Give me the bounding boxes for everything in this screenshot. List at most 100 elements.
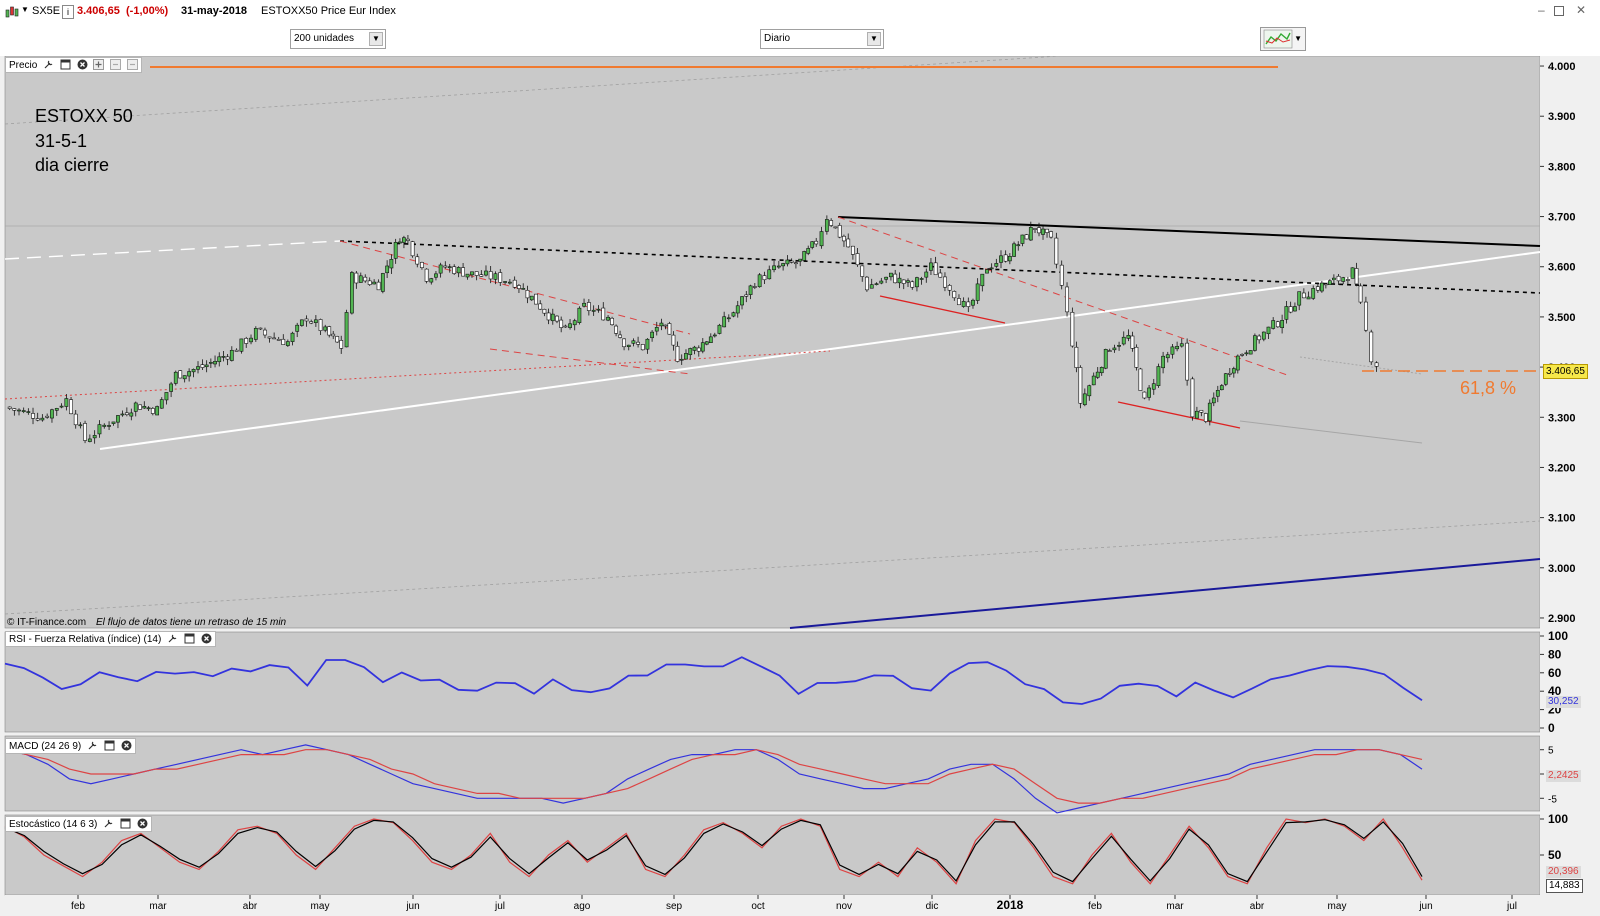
dropdown-arrow-icon[interactable]: ▼: [21, 5, 29, 14]
candle-body: [1156, 366, 1161, 386]
candle-body: [1207, 402, 1212, 422]
candle-body: [1288, 306, 1293, 313]
macd-panel-label[interactable]: MACD (24 26 9): [5, 738, 136, 754]
candle-body: [434, 273, 438, 278]
candle-body: [398, 241, 402, 244]
date-axis-label: mar: [1166, 901, 1184, 912]
window-icon[interactable]: [184, 633, 195, 644]
candle-body: [263, 329, 267, 336]
interval-select[interactable]: Diario ▼: [760, 29, 884, 49]
close-circle-icon[interactable]: [137, 818, 148, 829]
candle-body: [1130, 335, 1135, 349]
candle-body: [550, 313, 555, 322]
candle-body: [424, 268, 429, 282]
wrench-icon[interactable]: [167, 633, 178, 644]
rsi-panel-label[interactable]: RSI - Fuerza Relativa (índice) (14): [5, 631, 216, 647]
minimize-icon[interactable]: –: [1538, 3, 1545, 17]
candle-body: [893, 273, 898, 284]
indicator-axis-label: 80: [1548, 647, 1562, 661]
candle-body: [534, 293, 538, 305]
wrench-icon[interactable]: [87, 740, 98, 751]
chart-type-icon[interactable]: [5, 5, 19, 19]
candle-body: [781, 263, 786, 267]
window-icon[interactable]: [120, 818, 131, 829]
window-icon[interactable]: [60, 59, 71, 70]
candle-body: [1091, 375, 1096, 386]
candle-body: [748, 285, 753, 295]
indicator-axis-label: 50: [1548, 848, 1562, 862]
candle-body: [596, 308, 601, 311]
candle-body: [285, 341, 290, 346]
candle-body: [221, 356, 226, 358]
restore-icon[interactable]: [1554, 6, 1564, 16]
close-circle-icon[interactable]: [201, 633, 212, 644]
candle-body: [385, 265, 390, 274]
candle-body: [367, 280, 372, 285]
candle-body: [461, 267, 465, 277]
wrench-icon[interactable]: [103, 818, 114, 829]
title-bar: ▼ SX5E i 3.406,65 (-1,00%) 31-may-2018 E…: [0, 0, 1600, 25]
candle-body: [517, 285, 521, 289]
last-price-tag: 3.406,65: [1543, 364, 1588, 379]
plus-icon[interactable]: [93, 59, 105, 70]
candle-body: [78, 424, 83, 427]
candle-body: [752, 286, 757, 288]
candle-body: [182, 375, 187, 380]
candle-body: [304, 318, 309, 322]
date-axis-label: ago: [574, 901, 591, 912]
candle-body: [196, 366, 200, 370]
units-select[interactable]: 200 unidades ▼: [290, 29, 386, 49]
candle-body: [772, 265, 776, 271]
stoch-d-value-tag: 14,883: [1546, 879, 1583, 893]
close-circle-icon[interactable]: [77, 59, 88, 70]
indicators-button[interactable]: ▼: [1260, 27, 1306, 51]
rsi-panel-title: RSI - Fuerza Relativa (índice) (14): [9, 634, 162, 645]
candle-body: [819, 231, 824, 247]
stoch-k-value-tag: 20,396: [1546, 866, 1581, 878]
date-axis-label: may: [311, 901, 330, 912]
close-circle-icon[interactable]: [121, 740, 132, 751]
close-icon[interactable]: ✕: [1576, 3, 1586, 17]
date-axis-label: jul: [494, 901, 505, 912]
wrench-icon[interactable]: [43, 59, 54, 70]
candle-body: [696, 347, 701, 352]
candle-body: [874, 283, 879, 286]
candle-body: [947, 285, 952, 291]
info-icon[interactable]: i: [62, 5, 74, 19]
candle-body: [794, 262, 798, 265]
candle-body: [675, 345, 680, 362]
window-icon[interactable]: [104, 740, 115, 751]
candle-body: [1059, 264, 1064, 286]
candle-body: [415, 256, 420, 265]
candle-body: [169, 383, 174, 392]
last-price: 3.406,65: [77, 5, 120, 17]
candle-body: [1170, 346, 1175, 355]
candle-body: [92, 435, 97, 439]
candle-body: [335, 336, 340, 343]
expand-icon[interactable]: [110, 59, 122, 70]
price-panel-label[interactable]: Precio: [5, 57, 143, 73]
candle-body: [1016, 244, 1021, 247]
candle-body: [1323, 283, 1328, 286]
stoch-panel-label[interactable]: Estocástico (14 6 3): [5, 816, 152, 832]
candle-body: [814, 240, 819, 245]
candle-body: [789, 260, 794, 263]
candle-body: [1203, 413, 1208, 422]
indicator-axis-label: -5: [1548, 794, 1557, 805]
candle-body: [700, 342, 705, 352]
candle-body: [906, 280, 910, 283]
candle-body: [1369, 331, 1374, 363]
collapse-icon[interactable]: [127, 59, 139, 70]
candle-body: [1195, 410, 1199, 419]
candle-body: [493, 273, 498, 280]
candle-body: [1311, 288, 1316, 299]
candle-body: [966, 301, 971, 307]
candle-body: [31, 413, 35, 419]
candle-body: [150, 408, 155, 414]
candle-body: [722, 316, 727, 328]
chevron-down-icon: ▼: [369, 32, 383, 46]
candle-body: [1257, 335, 1262, 341]
candle-body: [1223, 373, 1228, 385]
candle-body: [204, 364, 209, 368]
price-panel-title: Precio: [9, 60, 38, 71]
